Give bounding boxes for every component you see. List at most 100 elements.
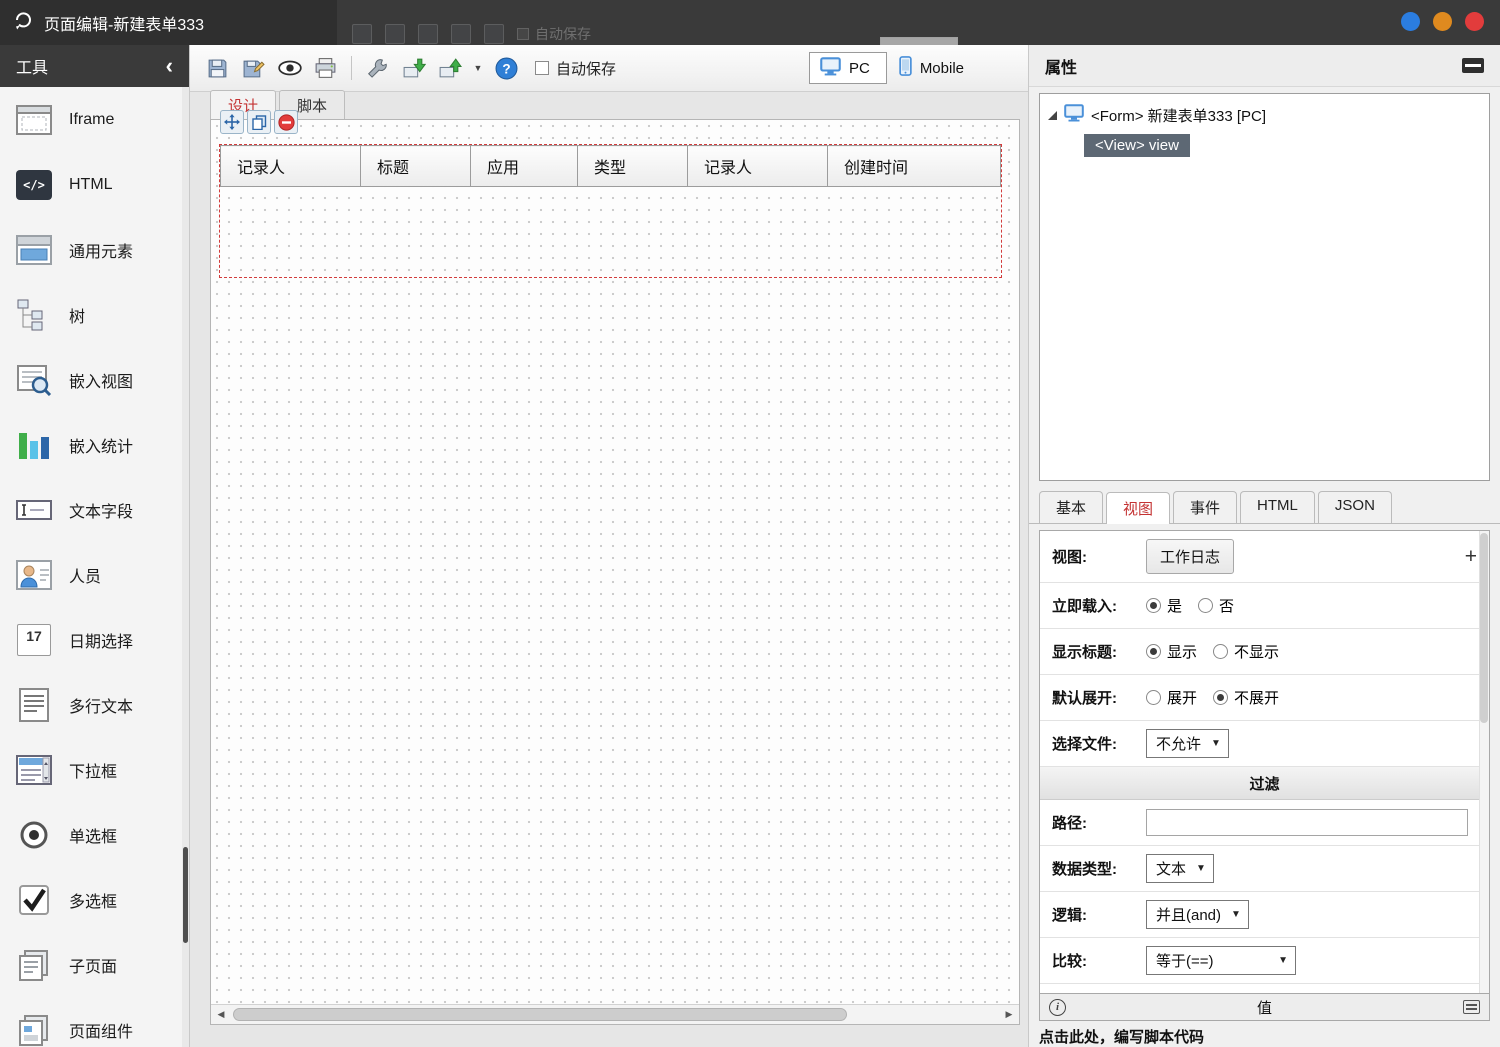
- logic-select[interactable]: 并且(and) ▼: [1146, 900, 1249, 929]
- radio-title-show[interactable]: 显示: [1146, 641, 1197, 662]
- table-header-cell[interactable]: 创建时间: [827, 145, 1001, 187]
- ghost-dropdown: [880, 37, 958, 45]
- tree-node-form[interactable]: <Form> 新建表单333 [PC]: [1048, 104, 1481, 126]
- tool-item-dropdown[interactable]: 下拉框: [0, 737, 189, 802]
- save-icon[interactable]: [204, 55, 231, 82]
- iframe-icon: [14, 100, 54, 140]
- ptab-basic[interactable]: 基本: [1039, 491, 1104, 523]
- properties-scrollbar-thumb[interactable]: [1480, 533, 1488, 723]
- print-icon[interactable]: [312, 55, 339, 82]
- window-button-orange[interactable]: [1433, 12, 1452, 31]
- canvas-tabs: 设计 脚本: [190, 90, 1028, 119]
- compare-select[interactable]: 等于(==) ▼: [1146, 946, 1296, 975]
- expand-label: 默认展开:: [1052, 690, 1117, 707]
- sidebar-scrollbar-thumb[interactable]: [183, 847, 188, 943]
- canvas-horizontal-scrollbar[interactable]: ◀ ▶: [211, 1004, 1019, 1024]
- ptab-html[interactable]: HTML: [1240, 491, 1315, 523]
- ptab-event[interactable]: 事件: [1173, 491, 1238, 523]
- info-icon[interactable]: i: [1049, 998, 1066, 1016]
- move-widget-button[interactable]: [220, 110, 244, 134]
- ghost-checkbox: [517, 28, 529, 40]
- table-header-cell[interactable]: 类型: [577, 145, 688, 187]
- tool-item-html[interactable]: </> HTML: [0, 152, 189, 217]
- logic-label: 逻辑:: [1052, 907, 1087, 924]
- multiline-text-icon: [14, 685, 54, 725]
- component-tree: <Form> 新建表单333 [PC] <View> view: [1039, 93, 1490, 481]
- import-icon[interactable]: [400, 55, 427, 82]
- window-controls: [1401, 12, 1484, 31]
- sidebar-scrollbar[interactable]: [182, 87, 189, 1047]
- scroll-left-arrow-icon[interactable]: ◀: [211, 1009, 231, 1020]
- ghost-icon: [484, 24, 504, 44]
- horizontal-scroll-thumb[interactable]: [233, 1008, 848, 1021]
- radio-expand-yes[interactable]: 展开: [1146, 687, 1197, 708]
- help-icon[interactable]: ?: [493, 55, 520, 82]
- filter-section-header: 过滤: [1040, 767, 1489, 800]
- tool-item-multiline-text[interactable]: 多行文本: [0, 672, 189, 737]
- collapse-sidebar-icon[interactable]: ‹: [166, 55, 173, 77]
- tool-item-person[interactable]: 人员: [0, 542, 189, 607]
- collapse-panel-icon[interactable]: [1462, 58, 1484, 73]
- ptab-view[interactable]: 视图: [1106, 492, 1171, 524]
- view-value-button[interactable]: 工作日志: [1146, 539, 1235, 574]
- path-input[interactable]: [1146, 809, 1468, 836]
- tool-item-date-picker[interactable]: 17 日期选择: [0, 607, 189, 672]
- radio-expand-no[interactable]: 不展开: [1213, 687, 1279, 708]
- export-icon[interactable]: [436, 55, 463, 82]
- export-menu-caret-icon[interactable]: ▼: [472, 55, 484, 82]
- tool-item-embed-view[interactable]: 嵌入视图: [0, 347, 189, 412]
- radio-load-no[interactable]: 否: [1198, 595, 1234, 616]
- ghost-toolbar: 自动保存: [352, 24, 591, 44]
- ghost-icon: [385, 24, 405, 44]
- console-icon[interactable]: [1463, 1000, 1480, 1014]
- table-header-cell[interactable]: 应用: [470, 145, 578, 187]
- autosave-checkbox[interactable]: [535, 61, 549, 75]
- tool-item-iframe[interactable]: Iframe: [0, 87, 189, 152]
- tool-item-embed-stats[interactable]: 嵌入统计: [0, 412, 189, 477]
- radio-icon: [14, 815, 54, 855]
- tool-item-subpage[interactable]: 子页面: [0, 932, 189, 997]
- table-header-cell[interactable]: 记录人: [687, 145, 828, 187]
- subpage-icon: [14, 945, 54, 985]
- tree-icon: [14, 295, 54, 335]
- table-header-cell[interactable]: 标题: [360, 145, 471, 187]
- scroll-right-arrow-icon[interactable]: ▶: [999, 1009, 1019, 1020]
- add-view-button[interactable]: +: [1465, 546, 1477, 567]
- script-hint-link[interactable]: 点击此处，编写脚本代码: [1039, 1026, 1490, 1047]
- tool-item-radio[interactable]: 单选框: [0, 802, 189, 867]
- tool-item-page-component[interactable]: 页面组件: [0, 997, 189, 1047]
- tool-item-generic-element[interactable]: 通用元素: [0, 217, 189, 282]
- titlebar-left: 页面编辑-新建表单333: [0, 0, 337, 45]
- tool-item-text-field[interactable]: 文本字段: [0, 477, 189, 542]
- autosave-toggle[interactable]: 自动保存: [535, 58, 616, 79]
- delete-widget-button[interactable]: [274, 110, 298, 134]
- preview-icon[interactable]: [276, 55, 303, 82]
- file-select[interactable]: 不允许 ▼: [1146, 729, 1229, 758]
- radio-title-hide[interactable]: 不显示: [1213, 641, 1279, 662]
- radio-load-yes[interactable]: 是: [1146, 595, 1182, 616]
- window-button-red[interactable]: [1465, 12, 1484, 31]
- datatype-select[interactable]: 文本 ▼: [1146, 854, 1214, 883]
- device-pc-button[interactable]: PC: [808, 52, 887, 84]
- tree-expand-icon[interactable]: [1048, 110, 1057, 120]
- design-canvas[interactable]: 记录人 标题 应用 类型 记录人 创建时间 ◀ ▶: [210, 119, 1020, 1025]
- ghost-autosave: 自动保存: [517, 24, 591, 44]
- save-as-icon[interactable]: [240, 55, 267, 82]
- window-button-blue[interactable]: [1401, 12, 1420, 31]
- ghost-icon: [418, 24, 438, 44]
- caret-down-icon: ▼: [1211, 738, 1221, 749]
- device-mobile-button[interactable]: Mobile: [887, 52, 976, 84]
- copy-widget-button[interactable]: [247, 110, 271, 134]
- ptab-json[interactable]: JSON: [1317, 491, 1392, 523]
- tool-item-tree[interactable]: 树: [0, 282, 189, 347]
- device-toggle: PC Mobile: [808, 52, 976, 84]
- toolbar-separator: [351, 56, 352, 80]
- table-header-cell[interactable]: 记录人: [220, 145, 361, 187]
- tree-view-label[interactable]: <View> view: [1084, 134, 1190, 157]
- tool-item-checkbox[interactable]: 多选框: [0, 867, 189, 932]
- properties-scrollbar[interactable]: [1479, 531, 1489, 993]
- selected-view-widget[interactable]: 记录人 标题 应用 类型 记录人 创建时间: [219, 144, 1002, 278]
- date-picker-icon: 17: [14, 620, 54, 660]
- tools-wrench-icon[interactable]: [364, 55, 391, 82]
- file-select-label: 选择文件:: [1052, 736, 1117, 753]
